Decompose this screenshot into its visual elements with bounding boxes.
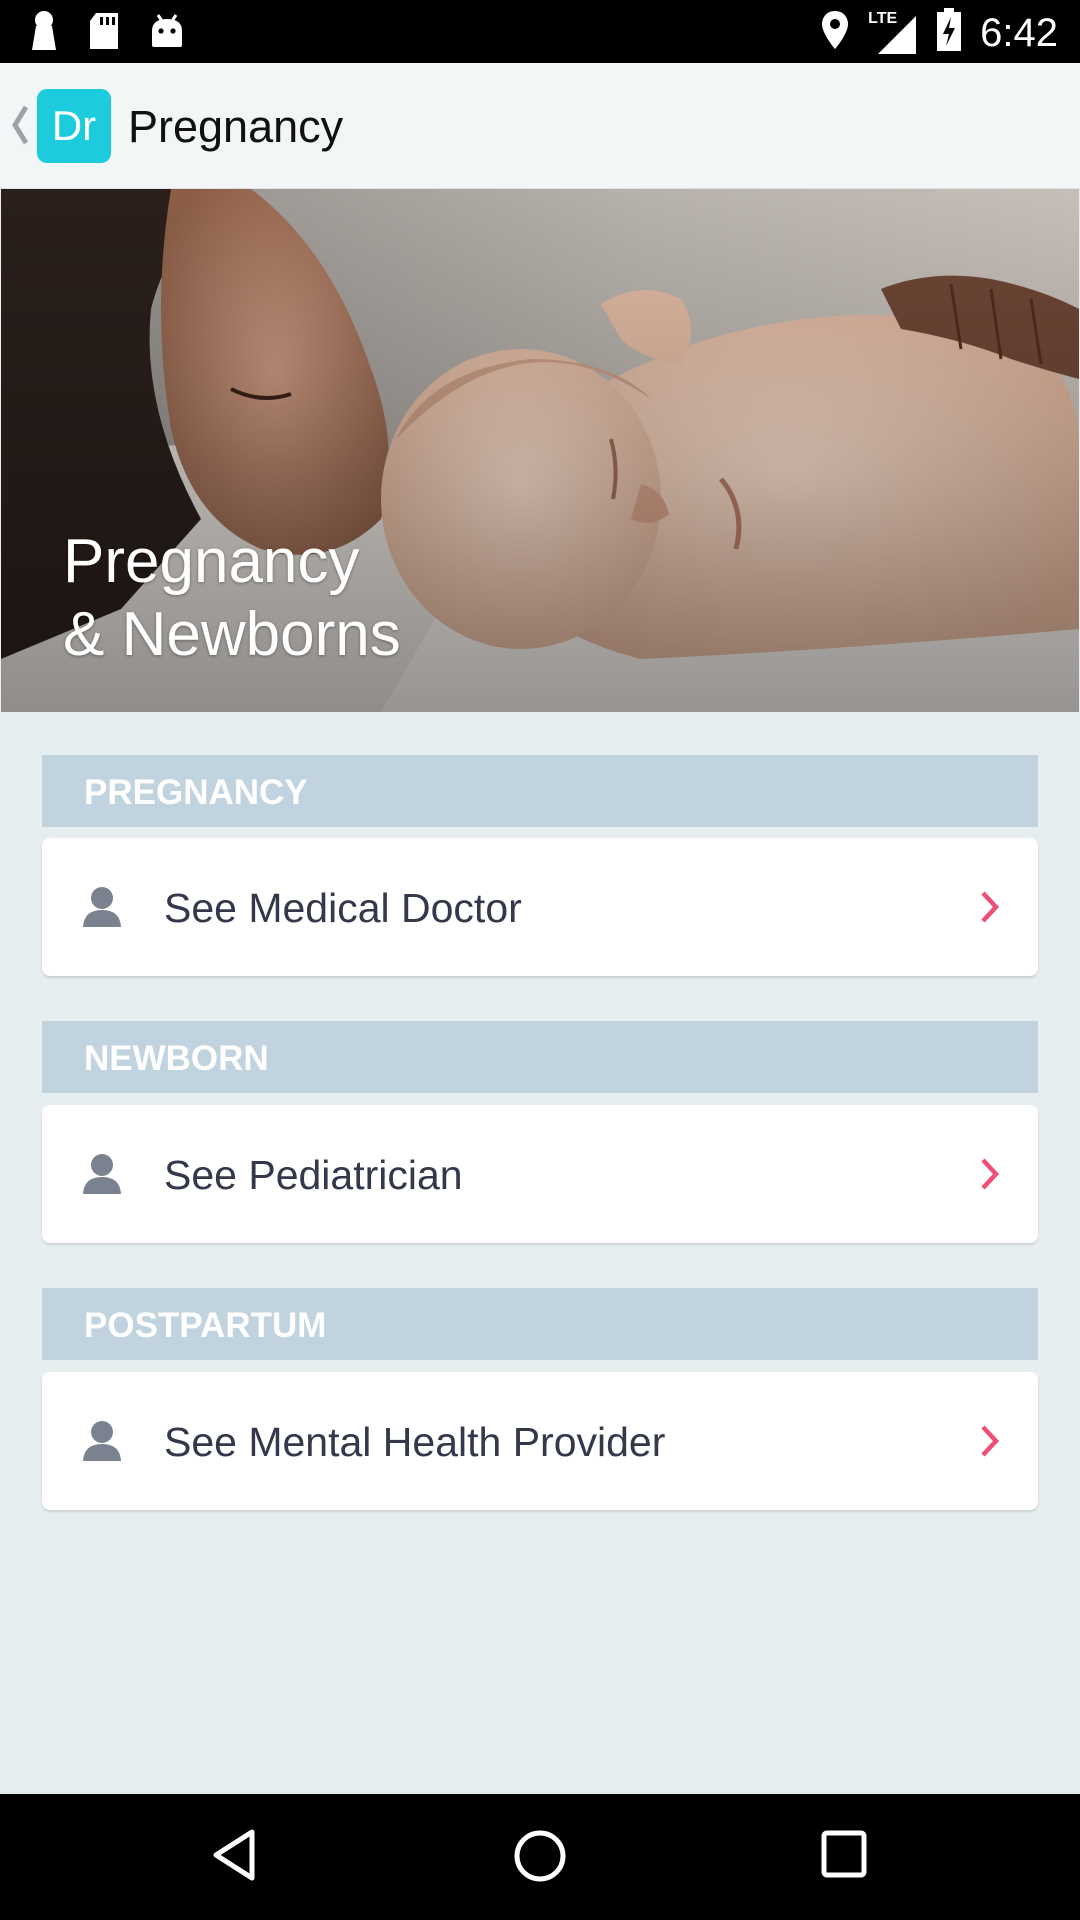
chevron-left-icon [12,105,29,145]
app-logo[interactable]: Dr [37,89,111,163]
triangle-back-icon [213,1829,255,1881]
back-button[interactable] [10,103,30,152]
status-bar: LTE 6:42 [0,0,1080,63]
person-icon [82,886,122,933]
hero-title: Pregnancy & Newborns [63,527,401,669]
chevron-right-icon [980,1157,1000,1196]
page-title: Pregnancy [128,101,344,152]
see-mental-health-provider-button[interactable]: See Mental Health Provider [42,1372,1038,1510]
section-header-postpartum: POSTPARTUM [42,1288,1038,1360]
sd-card-icon [88,11,120,56]
chevron-right-icon [980,890,1000,929]
see-pediatrician-button[interactable]: See Pediatrician [42,1105,1038,1243]
nav-back-button[interactable] [210,1828,258,1887]
circle-home-icon [514,1830,566,1882]
person-icon [82,1153,122,1200]
see-medical-doctor-button[interactable]: See Medical Doctor [42,838,1038,976]
keyhole-notification-icon [30,10,58,57]
section-header-label: NEWBORN [84,1039,269,1078]
app-bar: Dr Pregnancy [0,63,1080,190]
list-item-label: See Pediatrician [164,1152,463,1198]
section-header-newborn: NEWBORN [42,1021,1038,1093]
status-time: 6:42 [980,10,1058,55]
battery-charging-icon [936,8,962,57]
nav-recents-button[interactable] [820,1828,868,1885]
square-recents-icon [821,1830,867,1878]
lte-signal-icon: LTE [868,10,918,56]
system-nav-bar [0,1794,1080,1920]
hero-image: Pregnancy & Newborns [1,189,1079,712]
list-item-label: See Mental Health Provider [164,1419,666,1465]
section-header-label: POSTPARTUM [84,1306,327,1345]
location-icon [820,9,850,56]
chevron-right-icon [980,1424,1000,1463]
list-item-label: See Medical Doctor [164,885,522,931]
section-header-label: PREGNANCY [84,773,308,812]
section-header-pregnancy: PREGNANCY [42,755,1038,827]
android-debug-icon [150,13,184,54]
person-icon [82,1420,122,1467]
nav-home-button[interactable] [512,1828,568,1889]
